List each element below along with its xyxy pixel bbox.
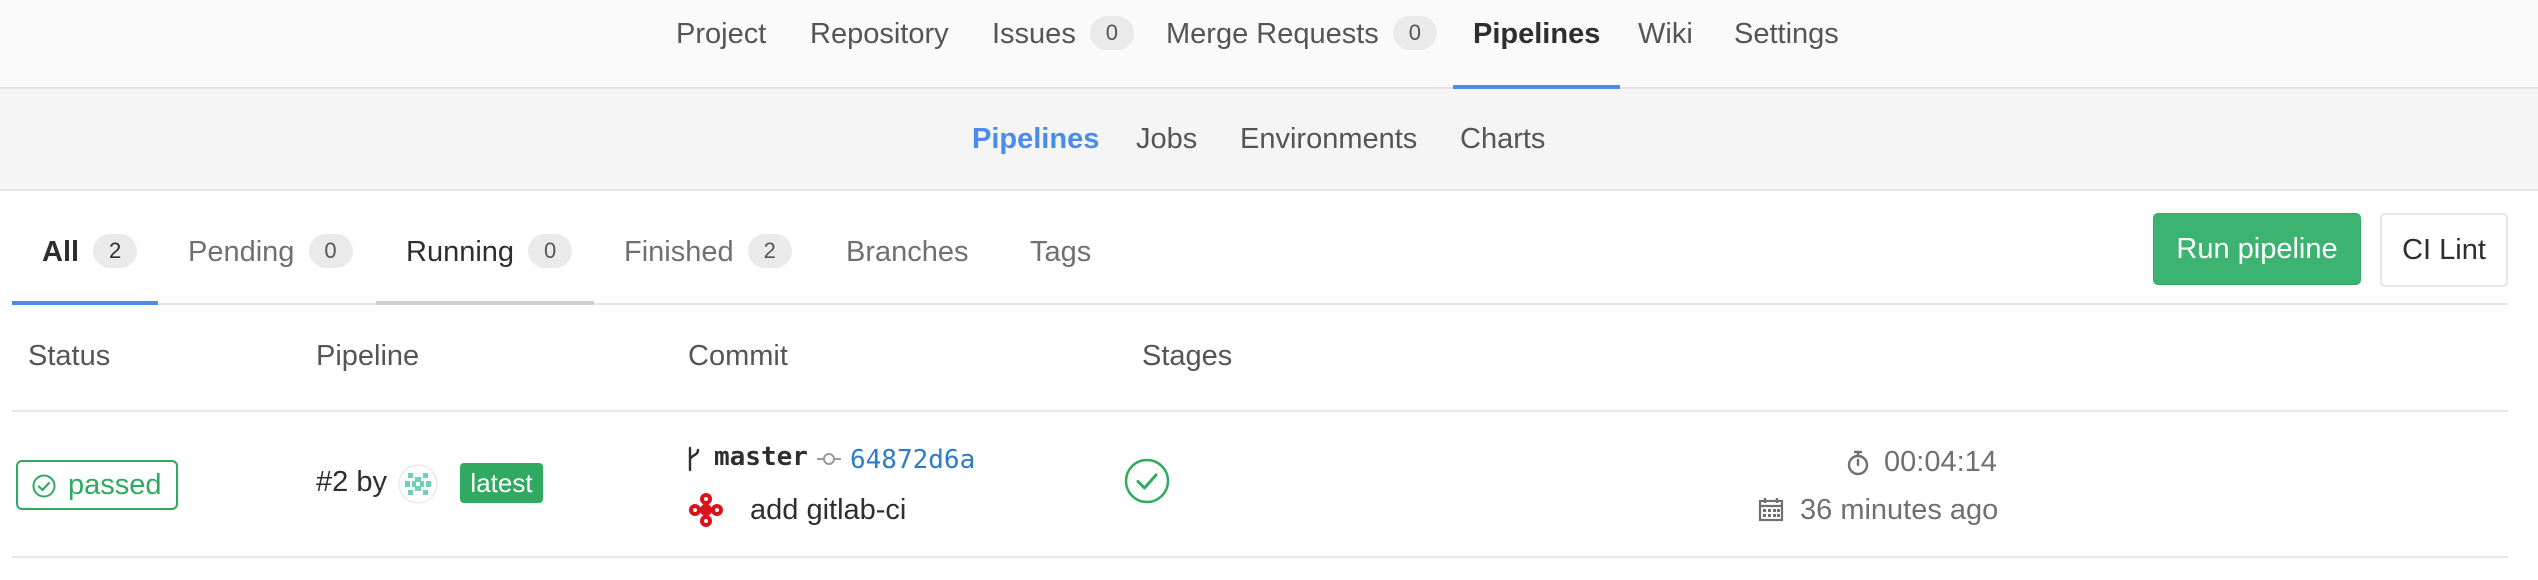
status-label: passed bbox=[68, 469, 162, 501]
commit-sha-link[interactable]: 64872d6a bbox=[850, 445, 975, 475]
issues-count-badge: 0 bbox=[1089, 16, 1134, 50]
active-tab-indicator bbox=[12, 301, 158, 305]
author-avatar-icon[interactable] bbox=[686, 490, 726, 530]
pipeline-finished-time: 36 minutes ago bbox=[1800, 494, 1999, 526]
tab-finished-label: Finished bbox=[624, 236, 734, 268]
tab-running[interactable]: Running 0 bbox=[406, 192, 573, 305]
nav-merge-requests-label: Merge Requests bbox=[1166, 18, 1379, 50]
nav-wiki[interactable]: Wiki bbox=[1638, 0, 1693, 87]
tab-pending[interactable]: Pending 0 bbox=[188, 192, 353, 305]
tab-branches[interactable]: Branches bbox=[846, 192, 969, 305]
tab-running-label: Running bbox=[406, 236, 515, 268]
commit-message-link[interactable]: add gitlab-ci bbox=[750, 494, 906, 527]
tab-all-count: 2 bbox=[93, 234, 138, 268]
nav-settings[interactable]: Settings bbox=[1734, 0, 1839, 87]
tab-finished-count: 2 bbox=[747, 234, 792, 268]
subnav-pipelines[interactable]: Pipelines bbox=[972, 89, 1099, 189]
tab-all-label: All bbox=[42, 236, 80, 268]
row-divider bbox=[12, 556, 2508, 558]
header-commit: Commit bbox=[688, 340, 788, 372]
tab-running-count: 0 bbox=[528, 234, 573, 268]
latest-tag-badge: latest bbox=[460, 463, 543, 503]
tab-pending-label: Pending bbox=[188, 236, 295, 268]
pipeline-duration: 00:04:14 bbox=[1884, 446, 1997, 478]
branch-name-link[interactable]: master bbox=[714, 442, 808, 472]
status-check-circle-icon bbox=[32, 474, 56, 498]
merge-requests-count-badge: 0 bbox=[1392, 16, 1437, 50]
header-status: Status bbox=[28, 340, 111, 372]
nav-issues-label: Issues bbox=[992, 18, 1076, 50]
subnav-jobs[interactable]: Jobs bbox=[1136, 89, 1197, 189]
branch-icon bbox=[688, 446, 700, 472]
nav-pipelines[interactable]: Pipelines bbox=[1452, 0, 1621, 89]
tab-all[interactable]: All 2 bbox=[42, 192, 138, 305]
nav-merge-requests[interactable]: Merge Requests 0 bbox=[1166, 0, 1437, 87]
run-pipeline-button[interactable]: Run pipeline bbox=[2153, 213, 2361, 285]
nav-project[interactable]: Project bbox=[676, 0, 766, 87]
tab-finished[interactable]: Finished 2 bbox=[624, 192, 792, 305]
pipeline-id-link[interactable]: #2 by bbox=[316, 466, 387, 499]
nav-issues[interactable]: Issues 0 bbox=[992, 0, 1134, 87]
stage-passed-icon[interactable] bbox=[1124, 458, 1170, 504]
header-pipeline: Pipeline bbox=[316, 340, 420, 372]
subnav-environments[interactable]: Environments bbox=[1240, 89, 1417, 189]
subnav-charts[interactable]: Charts bbox=[1460, 89, 1545, 189]
hover-tab-indicator bbox=[376, 301, 594, 305]
calendar-icon bbox=[1758, 498, 1784, 522]
header-stages: Stages bbox=[1142, 340, 1233, 372]
commit-icon bbox=[817, 453, 841, 465]
project-top-nav: Project Repository Issues 0 Merge Reques… bbox=[0, 0, 2538, 89]
tab-tags[interactable]: Tags bbox=[1030, 192, 1091, 305]
timer-icon bbox=[1847, 450, 1869, 476]
status-badge[interactable]: passed bbox=[16, 460, 178, 510]
tab-pending-count: 0 bbox=[308, 234, 353, 268]
user-avatar-icon[interactable] bbox=[398, 464, 438, 504]
pipelines-sub-nav: Pipelines Jobs Environments Charts bbox=[0, 89, 2538, 191]
ci-lint-button[interactable]: CI Lint bbox=[2380, 213, 2508, 287]
nav-repository[interactable]: Repository bbox=[810, 0, 949, 87]
header-divider bbox=[12, 410, 2508, 412]
